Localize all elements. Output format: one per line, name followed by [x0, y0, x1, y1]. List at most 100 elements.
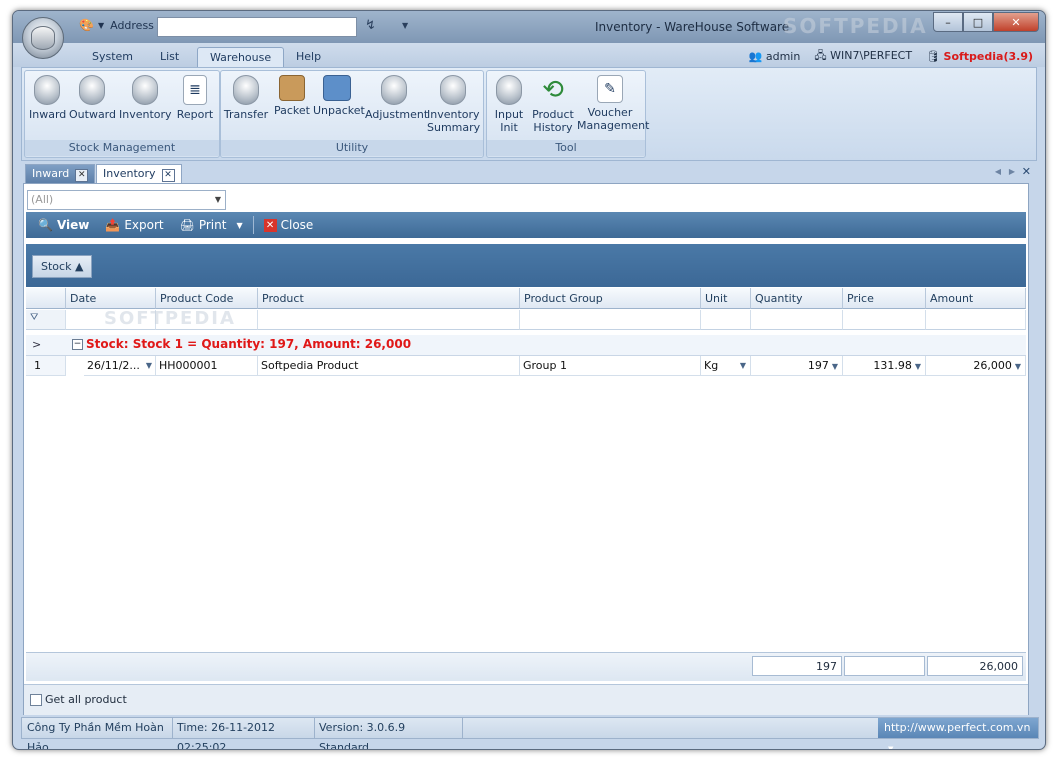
- dropdown-arrow-icon[interactable]: ▼: [98, 21, 104, 30]
- column-header-amount[interactable]: Amount: [926, 288, 1026, 309]
- chevron-down-icon[interactable]: ▼: [888, 745, 893, 749]
- group-row[interactable]: > − Stock: Stock 1 = Quantity: 197, Amou…: [26, 335, 1026, 356]
- packet-button[interactable]: Packet: [273, 75, 311, 117]
- app-orb-button[interactable]: [22, 17, 64, 59]
- tab-inventory-label: Inventory: [103, 167, 156, 180]
- column-header-date[interactable]: Date: [66, 288, 156, 309]
- table-row-amount[interactable]: 26,000 ▼: [926, 356, 1026, 376]
- product-history-button[interactable]: ⟲ Product History: [531, 74, 575, 135]
- outward-button[interactable]: Outward: [69, 75, 116, 121]
- input-init-button[interactable]: Input Init: [491, 75, 527, 134]
- chevron-down-icon[interactable]: ▼: [146, 356, 152, 375]
- brand-item: 🛢 Softpedia(3.9): [926, 50, 1033, 63]
- scroll-right-icon[interactable]: ▶: [1009, 167, 1015, 176]
- transfer-button[interactable]: Transfer: [223, 75, 269, 121]
- voucher-management-button[interactable]: ✎ Voucher Management: [577, 75, 649, 132]
- chevron-down-icon[interactable]: ▼: [215, 191, 221, 209]
- checkbox-icon[interactable]: [30, 693, 42, 706]
- column-header-unit[interactable]: Unit: [701, 288, 751, 309]
- close-tab-icon[interactable]: ✕: [75, 169, 89, 182]
- column-header-quantity[interactable]: Quantity: [751, 288, 843, 309]
- tab-warehouse[interactable]: Warehouse: [197, 47, 285, 68]
- adjustment-button[interactable]: Adjustment: [365, 75, 428, 121]
- export-button[interactable]: 📤 Export: [105, 218, 163, 232]
- table-row-unit[interactable]: Kg ▼: [701, 356, 751, 376]
- stock-filter-select[interactable]: (All) ▼: [27, 190, 226, 210]
- inventory-summary-button[interactable]: Inventory Summary: [427, 75, 481, 134]
- inventory-panel: (All) ▼ 🔍 View 📤 Export 🖨 Print ▼ ✕ Close Sto…: [23, 183, 1029, 715]
- tab-inward[interactable]: Inward ✕: [25, 164, 96, 184]
- status-url: http://www.perfect.com.vn: [884, 721, 1031, 734]
- group-label-tool: Tool: [487, 140, 645, 156]
- inventory-summary-label-2: Summary: [427, 121, 481, 134]
- filter-row-indicator: ⛛: [26, 310, 66, 330]
- filter-cell-amount[interactable]: [926, 310, 1026, 330]
- status-company: Công Ty Phần Mềm Hoàn Hảo: [22, 718, 173, 749]
- options-bar: Get all product: [24, 684, 1028, 715]
- chevron-down-icon[interactable]: ▼: [740, 356, 746, 375]
- unpacket-label: Unpacket: [313, 104, 365, 117]
- softpedia-watermark: SOFTPEDIA: [104, 308, 236, 329]
- scroll-left-icon[interactable]: ◀: [995, 167, 1001, 176]
- chevron-down-icon[interactable]: ▼: [1015, 362, 1021, 371]
- inventory-label: Inventory: [119, 108, 172, 121]
- group-by-chip-stock[interactable]: Stock ▲: [32, 255, 93, 278]
- close-tab-icon[interactable]: ✕: [161, 169, 175, 182]
- tab-system[interactable]: System: [80, 47, 145, 67]
- chevron-down-icon[interactable]: ▼: [832, 362, 838, 371]
- filter-cell-product-group[interactable]: [520, 310, 701, 330]
- filter-cell-price[interactable]: [843, 310, 926, 330]
- filter-cell-unit[interactable]: [701, 310, 751, 330]
- inventory-button[interactable]: Inventory: [119, 75, 172, 121]
- table-row-date[interactable]: 26/11/2... ▼: [84, 356, 156, 376]
- table-row-quantity[interactable]: 197 ▼: [751, 356, 843, 376]
- column-header-product[interactable]: Product: [258, 288, 520, 309]
- view-button[interactable]: 🔍 View: [38, 218, 89, 232]
- address-label: Address: [110, 18, 154, 32]
- minimize-button[interactable]: –: [933, 12, 963, 32]
- close-button[interactable]: ✕: [993, 12, 1039, 32]
- inventory-summary-label-1: Inventory: [427, 108, 480, 121]
- table-row-product[interactable]: Softpedia Product: [258, 356, 520, 376]
- table-row-price[interactable]: 131.98 ▼: [843, 356, 926, 376]
- user-name: admin: [765, 50, 801, 63]
- packet-icon: [279, 75, 305, 101]
- product-history-icon: ⟲: [542, 74, 564, 105]
- column-header-price[interactable]: Price: [843, 288, 926, 309]
- grid-footer: 197 26,000: [26, 652, 1026, 681]
- go-icon[interactable]: ↯: [365, 18, 376, 33]
- filter-cell-product[interactable]: [258, 310, 520, 330]
- tab-list[interactable]: List: [148, 47, 191, 67]
- report-button[interactable]: ≣ Report: [175, 75, 215, 121]
- database-icon: [31, 26, 55, 50]
- column-header-product-group[interactable]: Product Group: [520, 288, 701, 309]
- filter-icon[interactable]: ⛛: [30, 312, 38, 323]
- tab-inventory[interactable]: Inventory ✕: [96, 164, 182, 184]
- group-summary: Stock: Stock 1 = Quantity: 197, Amount: …: [86, 337, 412, 351]
- group-tool: Input Init ⟲ Product History ✎ Voucher M…: [486, 70, 649, 158]
- document-tabs: Inward ✕ Inventory ✕ ◀ ▶ ✕: [21, 163, 1035, 184]
- get-all-product-checkbox[interactable]: Get all product: [30, 693, 127, 706]
- print-button[interactable]: 🖨 Print ▼: [180, 218, 243, 232]
- chevron-down-icon[interactable]: ▼: [915, 362, 921, 371]
- status-url-link[interactable]: http://www.perfect.com.vn ▼: [878, 718, 1038, 749]
- tab-help[interactable]: Help: [284, 47, 333, 67]
- product-history-label-2: History: [533, 121, 573, 134]
- maximize-button[interactable]: □: [963, 12, 993, 32]
- palette-icon[interactable]: 🎨: [79, 18, 94, 32]
- table-row-product-group[interactable]: Group 1: [520, 356, 701, 376]
- export-label: Export: [124, 218, 164, 232]
- filter-cell-quantity[interactable]: [751, 310, 843, 330]
- group-by-panel: Stock ▲: [26, 244, 1026, 287]
- collapse-icon[interactable]: −: [72, 339, 83, 350]
- column-header-product-code[interactable]: Product Code: [156, 288, 258, 309]
- table-row-product-code[interactable]: HH000001: [156, 356, 258, 376]
- inward-button[interactable]: Inward: [29, 75, 66, 121]
- chevron-down-icon[interactable]: ▼: [236, 221, 242, 230]
- close-all-icon[interactable]: ✕: [1022, 165, 1031, 178]
- ribbon: Inward Outward Inventory ≣ Report Stock …: [21, 67, 1037, 161]
- unpacket-button[interactable]: Unpacket: [313, 75, 365, 117]
- dropdown-arrow-icon[interactable]: ▼: [402, 21, 408, 30]
- address-input[interactable]: [157, 17, 357, 37]
- close-panel-button[interactable]: ✕ Close: [263, 218, 313, 232]
